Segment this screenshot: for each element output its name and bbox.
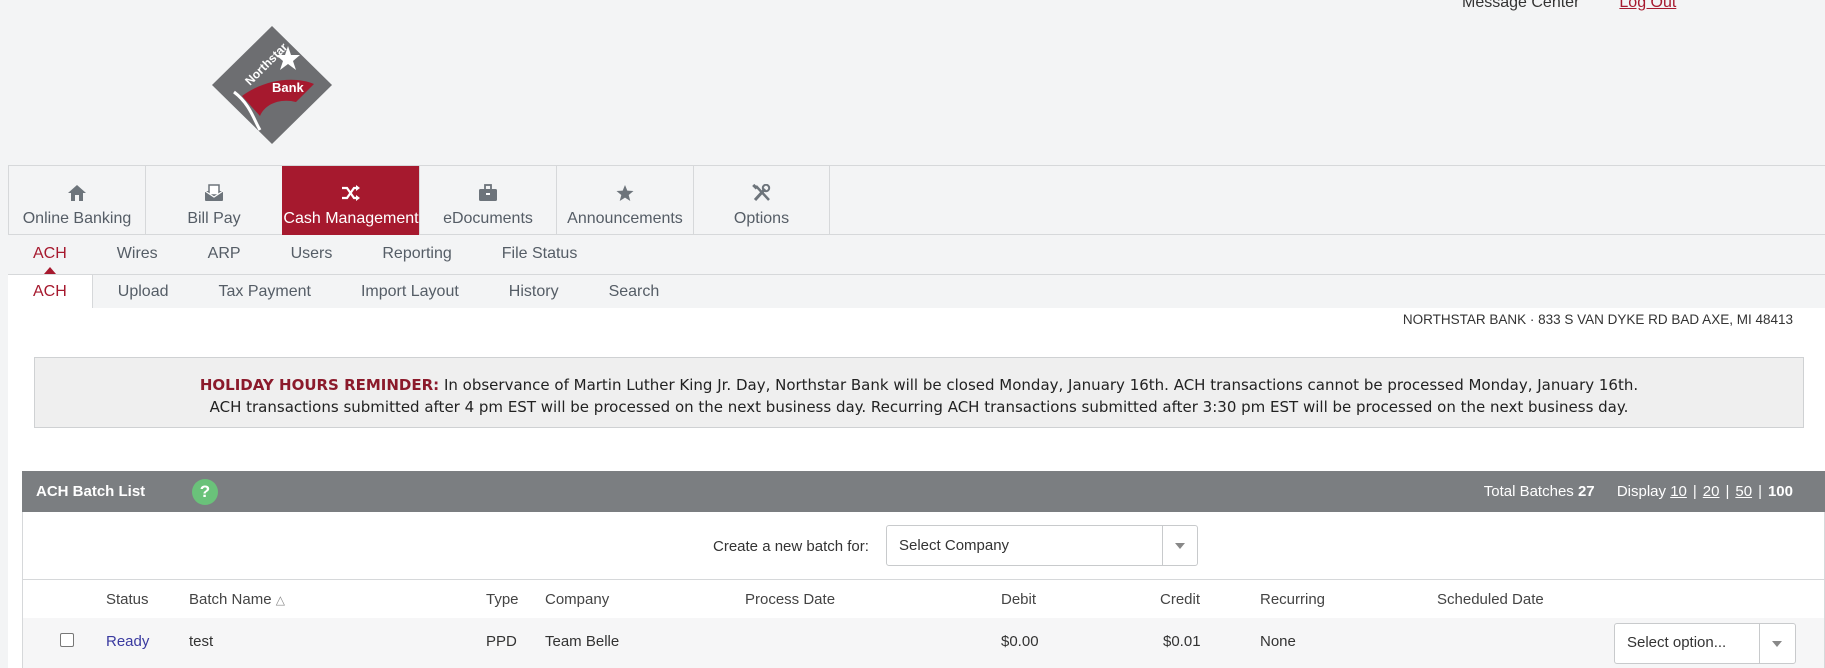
page-size-50[interactable]: 50 [1735,483,1752,500]
ach-subnav-tax-payment[interactable]: Tax Payment [193,275,335,308]
logout-link[interactable]: Log Out [1619,0,1676,12]
select-divider [1759,624,1760,663]
total-batches-label: Total Batches [1483,483,1574,500]
briefcase-icon [477,183,499,203]
col-status[interactable]: Status [106,591,149,608]
batch-list-header: ACH Batch List ? Total Batches 27 Displa… [22,471,1825,512]
row-action-select-value: Select option... [1627,634,1727,651]
ach-subnav-upload[interactable]: Upload [93,275,194,308]
subnav-users[interactable]: Users [266,235,358,274]
nav-tab-label: Bill Pay [187,210,241,227]
message-center-link[interactable]: Message Center [1462,0,1579,12]
nav-tab-label: Announcements [567,210,683,227]
main-content: NORTHSTAR BANK · 833 S VAN DYKE RD BAD A… [8,308,1825,668]
create-batch-label: Create a new batch for: [713,538,869,555]
subnav-reporting[interactable]: Reporting [357,235,476,274]
col-batch-name-label: Batch Name [189,591,272,608]
holiday-reminder-banner: HOLIDAY HOURS REMINDER: In observance of… [34,357,1804,428]
sort-ascending-icon: △ [275,593,285,607]
tools-icon [751,183,773,203]
nav-tab-label: Online Banking [22,210,132,227]
col-credit[interactable]: Credit [1160,591,1200,608]
subnav-arp[interactable]: ARP [183,235,266,274]
row-batch-name: test [189,633,214,650]
logo-text-bank: Bank [272,80,305,95]
chevron-down-icon [1175,543,1185,549]
ach-subnav-history[interactable]: History [484,275,584,308]
ach-subnav-ach[interactable]: ACH [8,275,93,308]
nav-tab-announcements[interactable]: Announcements [556,166,693,235]
shuffle-icon [340,183,362,203]
bill-icon [203,183,225,203]
col-process-date[interactable]: Process Date [745,591,835,608]
separator: | [1692,483,1697,500]
row-credit: $0.01 [1163,633,1201,650]
col-company[interactable]: Company [545,591,609,608]
batch-list-title: ACH Batch List [36,483,146,500]
sub-nav: ACH Wires ARP Users Reporting File Statu… [8,235,1825,275]
nav-tab-label: Cash Management [283,210,419,227]
subnav-ach[interactable]: ACH [8,235,92,274]
select-divider [1162,526,1163,565]
row-status[interactable]: Ready [106,633,149,650]
nav-tab-bill-pay[interactable]: Bill Pay [145,166,282,235]
row-recurring: None [1260,633,1296,650]
batch-list-pagination: Total Batches 27 Display 10 | 20 | 50 | 100 [1484,483,1793,500]
nav-tab-online-banking[interactable]: Online Banking [8,166,145,235]
subnav-file-status[interactable]: File Status [477,235,603,274]
total-batches-value: 27 [1577,483,1595,500]
page-size-100[interactable]: 100 [1768,483,1793,500]
top-links: Message Center Log Out [1462,0,1676,12]
page-size-20[interactable]: 20 [1703,483,1720,500]
nav-tab-label: Options [733,210,790,227]
chevron-down-icon [1772,641,1782,647]
row-company: Team Belle [545,633,620,650]
table-row: Ready test PPD Team Belle $0.00 $0.01 No… [22,618,1825,668]
page-size-10[interactable]: 10 [1670,483,1687,500]
ach-sub-nav: ACH Upload Tax Payment Import Layout His… [8,275,1825,308]
col-scheduled-date[interactable]: Scheduled Date [1437,591,1544,608]
reminder-label: HOLIDAY HOURS REMINDER: [199,376,440,394]
row-debit: $0.00 [1001,633,1039,650]
bank-address: NORTHSTAR BANK · 833 S VAN DYKE RD BAD A… [1402,312,1793,327]
row-type: PPD [486,633,517,650]
batch-table-header: Status Batch Name △ Type Company Process… [22,580,1825,618]
nav-tab-edocuments[interactable]: eDocuments [419,166,556,235]
home-icon [66,183,88,203]
col-recurring[interactable]: Recurring [1260,591,1325,608]
ach-subnav-import-layout[interactable]: Import Layout [336,275,484,308]
star-icon [614,183,636,203]
separator: | [1758,483,1762,500]
main-nav: Online Banking Bill Pay Cash Management … [8,165,1825,235]
company-select[interactable]: Select Company [886,525,1198,566]
col-batch-name[interactable]: Batch Name △ [189,591,285,608]
display-label: Display [1616,483,1667,500]
row-action-select[interactable]: Select option... [1614,623,1796,664]
northstar-bank-logo[interactable]: Northstar Bank [210,24,334,146]
nav-tab-cash-management[interactable]: Cash Management [282,166,419,235]
ach-subnav-search[interactable]: Search [584,275,685,308]
company-select-value: Select Company [899,537,1010,554]
reminder-line1: In observance of Martin Luther King Jr. … [443,376,1639,394]
col-type[interactable]: Type [486,591,519,608]
nav-tab-label: eDocuments [443,210,533,227]
nav-tab-options[interactable]: Options [693,166,830,235]
create-batch-row: Create a new batch for: Select Company [22,512,1825,580]
reminder-line2: ACH transactions submitted after 4 pm ES… [209,398,1629,416]
subnav-wires[interactable]: Wires [92,235,183,274]
separator: | [1725,483,1730,500]
col-debit[interactable]: Debit [1001,591,1036,608]
row-checkbox[interactable] [60,633,74,647]
help-icon[interactable]: ? [192,479,218,505]
